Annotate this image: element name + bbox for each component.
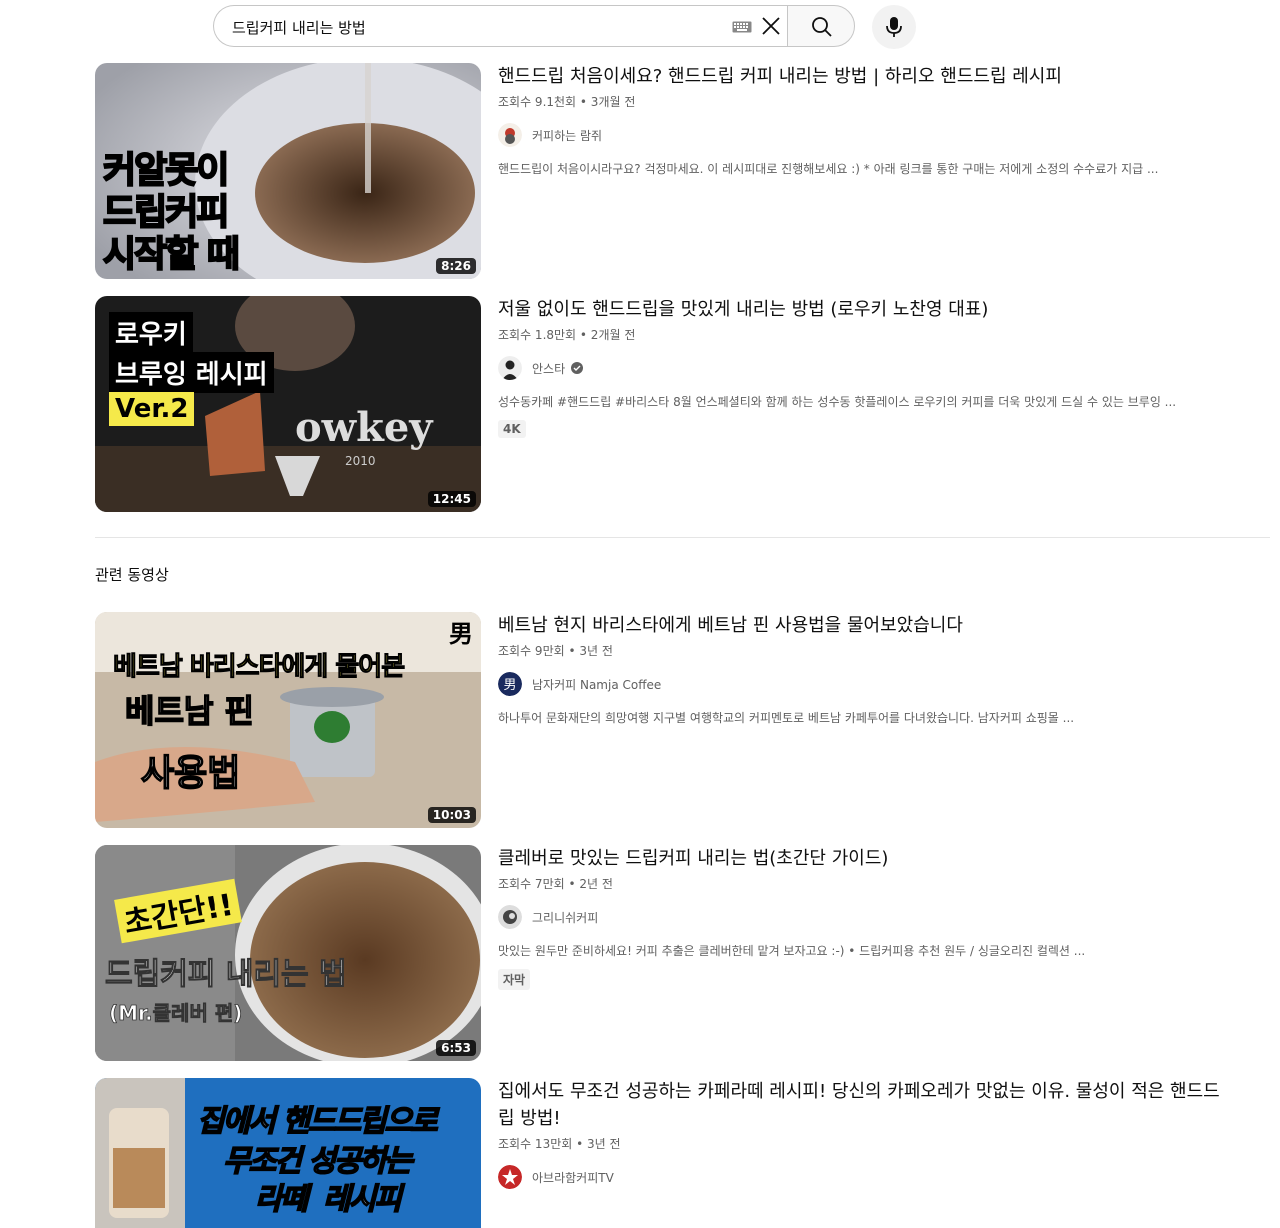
search-box[interactable]: 드립커피 내리는 방법	[213, 5, 788, 47]
channel-name[interactable]: 안스타	[532, 360, 565, 377]
avatar[interactable]	[498, 123, 522, 147]
channel-link[interactable]: 男 남자커피 Namja Coffee	[498, 672, 1228, 696]
thumbnail-text: owkey	[295, 404, 433, 451]
video-meta: 조회수 9.1천회 • 3개월 전	[498, 95, 636, 109]
section-title: 관련 동영상	[95, 566, 169, 584]
thumbnail-text: 男	[449, 619, 473, 648]
thumbnail-text: Ver.2	[109, 392, 195, 426]
avatar[interactable]	[498, 1165, 522, 1189]
verified-icon	[571, 362, 584, 374]
thumbnail-text: 로우키	[109, 312, 193, 353]
keyboard-icon[interactable]	[732, 21, 752, 33]
duration-badge: 12:45	[427, 491, 476, 507]
thumbnail-text: 집에서 핸드드립으로	[196, 1103, 438, 1140]
thumbnail-text: 사용법	[140, 752, 241, 795]
video-result[interactable]: 집에서 핸드드립으로 무조건 성공하는 라떼 레시피 집에서도 무조건 성공하는…	[95, 1078, 1270, 1228]
video-meta: 조회수 13만회 • 3년 전	[498, 1137, 621, 1151]
thumbnail-text: 2010	[345, 454, 376, 468]
video-result[interactable]: 로우키 브루잉 레시피 Ver.2 owkey 2010 12:45 저울 없이…	[95, 296, 1270, 512]
divider	[95, 537, 1270, 538]
video-description: 맛있는 원두만 준비하세요! 커피 추출은 클레버한테 맡겨 보자고요 :-) …	[498, 944, 1086, 958]
video-title[interactable]: 클레버로 맛있는 드립커피 내리는 법(초간단 가이드)	[498, 845, 1228, 872]
video-description: 하나투어 문화재단의 희망여행 지구별 여행학교의 커피멘토로 베트남 카페투어…	[498, 711, 1075, 725]
search-icon	[812, 17, 832, 37]
voice-search-button[interactable]	[872, 5, 916, 49]
channel-name[interactable]: 남자커피 Namja Coffee	[532, 676, 661, 693]
video-result[interactable]: 베트남 바리스타에게 물어본 베트남 핀 사용법 男 10:03 베트남 현지 …	[95, 612, 1270, 828]
channel-link[interactable]: 그리니쉬커피	[498, 905, 1228, 929]
thumbnail-text: (Mr.클레버 편)	[109, 1001, 243, 1026]
microphone-icon	[886, 17, 902, 37]
search-input[interactable]: 드립커피 내리는 방법	[232, 17, 366, 38]
video-title[interactable]: 베트남 현지 바리스타에게 베트남 핀 사용법을 물어보았습니다	[498, 612, 1228, 639]
thumbnail-text: 브루잉 레시피	[109, 352, 274, 393]
avatar[interactable]: 男	[498, 672, 522, 696]
channel-name[interactable]: 그리니쉬커피	[532, 909, 598, 926]
subtitles-badge: 자막	[498, 969, 531, 990]
video-thumbnail[interactable]: 초간단!! 드립커피 내리는 법 (Mr.클레버 편) 6:53	[95, 845, 481, 1061]
video-meta: 조회수 1.8만회 • 2개월 전	[498, 328, 636, 342]
quality-badge: 4K	[498, 420, 526, 438]
duration-badge: 10:03	[427, 807, 476, 823]
video-thumbnail[interactable]: 커알못이 드립커피 시작할 때 8:26	[95, 63, 481, 279]
duration-badge: 6:53	[436, 1040, 476, 1056]
video-thumbnail[interactable]: 로우키 브루잉 레시피 Ver.2 owkey 2010 12:45	[95, 296, 481, 512]
channel-link[interactable]: 커피하는 람쥐	[498, 123, 1228, 147]
video-title[interactable]: 집에서도 무조건 성공하는 카페라떼 레시피! 당신의 카페오레가 맛없는 이유…	[498, 1078, 1228, 1132]
video-meta: 조회수 7만회 • 2년 전	[498, 877, 613, 891]
video-result[interactable]: 커알못이 드립커피 시작할 때 8:26 핸드드립 처음이세요? 핸드드립 커피…	[95, 63, 1270, 279]
thumbnail-text: 베트남 바리스타에게 물어본	[112, 652, 405, 683]
channel-name[interactable]: 아브라함커피TV	[532, 1169, 614, 1186]
video-description: 성수동카페 #핸드드립 #바리스타 8월 언스페셜티와 함께 하는 성수동 핫플…	[498, 395, 1177, 409]
thumbnail-text: 드립커피 내리는 법	[105, 957, 348, 993]
channel-link[interactable]: 안스타	[498, 356, 1228, 380]
video-title[interactable]: 저울 없이도 핸드드립을 맛있게 내리는 방법 (로우키 노찬영 대표)	[498, 296, 1228, 323]
channel-link[interactable]: 아브라함커피TV	[498, 1165, 1228, 1189]
video-description: 핸드드립이 처음이시라구요? 걱정마세요. 이 레시피대로 진행해보세요 :) …	[498, 162, 1159, 176]
svg-text:男: 男	[503, 678, 516, 693]
thumbnail-text: 라떼	[254, 1181, 309, 1218]
avatar[interactable]	[498, 356, 522, 380]
clear-icon[interactable]	[760, 15, 782, 37]
channel-name[interactable]: 커피하는 람쥐	[532, 127, 602, 144]
thumbnail-text: 레시피	[322, 1181, 402, 1218]
avatar[interactable]	[498, 905, 522, 929]
video-thumbnail[interactable]: 베트남 바리스타에게 물어본 베트남 핀 사용법 男 10:03	[95, 612, 481, 828]
thumbnail-text: 베트남 핀	[124, 691, 254, 731]
video-title[interactable]: 핸드드립 처음이세요? 핸드드립 커피 내리는 방법 | 하리오 핸드드립 레시…	[498, 63, 1228, 90]
thumbnail-text: 시작할 때	[102, 233, 241, 276]
video-thumbnail[interactable]: 집에서 핸드드립으로 무조건 성공하는 라떼 레시피	[95, 1078, 481, 1228]
video-result[interactable]: 초간단!! 드립커피 내리는 법 (Mr.클레버 편) 6:53 클레버로 맛있…	[95, 845, 1270, 1061]
search-button[interactable]	[787, 5, 855, 47]
duration-badge: 8:26	[436, 258, 476, 274]
video-meta: 조회수 9만회 • 3년 전	[498, 644, 613, 658]
